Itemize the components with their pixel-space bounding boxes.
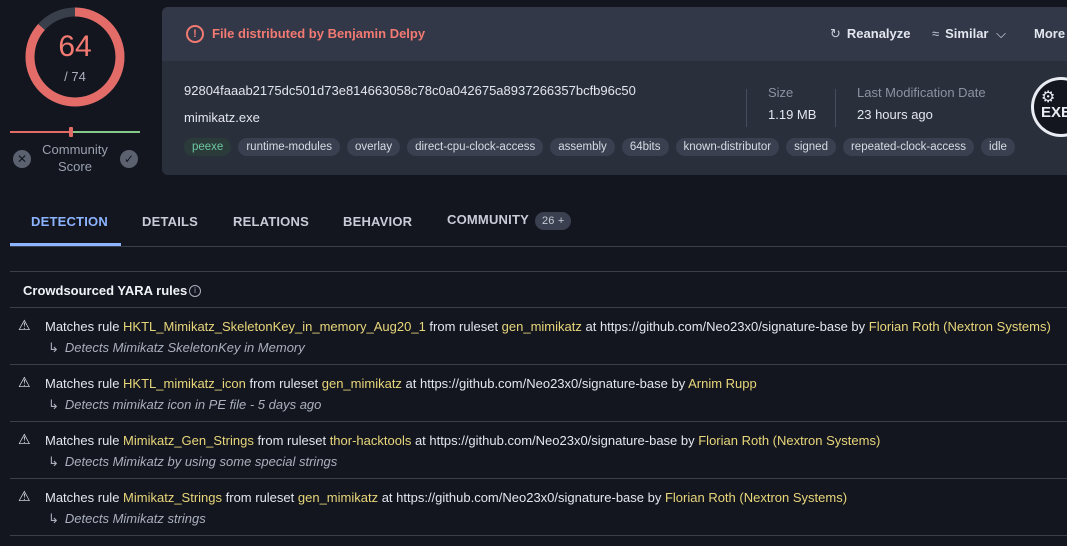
section-header: Crowdsourced YARA rules i xyxy=(10,272,1067,308)
warning-icon: ⚠ xyxy=(18,488,31,504)
tab-detection[interactable]: DETECTION xyxy=(31,214,108,229)
tab-bar: DETECTION DETAILS RELATIONS BEHAVIOR COM… xyxy=(10,201,1067,247)
rule-description: Detects Mimikatz by using some special s… xyxy=(64,454,338,469)
tag-list: peexe runtime-modules overlay direct-cpu-cl… xyxy=(184,138,1022,156)
distributor-text: File distributed by Benjamin Delpy xyxy=(212,26,426,41)
rule-description: Detects mimikatz icon in PE file - 5 day… xyxy=(64,397,322,412)
sub-arrow-icon: ↳ xyxy=(48,340,59,355)
community-score-label: Community Score xyxy=(42,142,108,174)
score-total: / 74 xyxy=(64,69,86,84)
tab-details[interactable]: DETAILS xyxy=(142,214,198,229)
file-summary-card: ! File distributed by Benjamin Delpy ↻ Re… xyxy=(162,7,1067,175)
tag[interactable]: overlay xyxy=(347,138,401,156)
community-count-badge: 26 + xyxy=(534,212,572,230)
reanalyze-button[interactable]: ↻ Reanalyze xyxy=(830,26,911,42)
last-modification-label: Last Modification Date xyxy=(857,85,986,100)
warning-icon: ⚠ xyxy=(18,374,31,390)
tab-behavior[interactable]: BEHAVIOR xyxy=(343,214,412,229)
community-score-bar xyxy=(10,127,140,137)
last-modification-value: 23 hours ago xyxy=(857,107,933,122)
ruleset-link[interactable]: gen_mimikatz xyxy=(322,376,402,391)
size-label: Size xyxy=(768,85,794,100)
rule-description: Detects Mimikatz strings xyxy=(64,511,206,526)
ruleset-link[interactable]: gen_mimikatz xyxy=(502,319,582,334)
tag[interactable]: signed xyxy=(786,138,836,156)
rule-name-link[interactable]: Mimikatz_Gen_Strings xyxy=(123,433,254,448)
similar-icon: ≈ xyxy=(932,26,940,41)
tag[interactable]: runtime-modules xyxy=(238,138,340,156)
chevron-down-icon: ⌵ xyxy=(996,26,1006,41)
detection-score: 64 / 74 ✕ Community Score ✓ xyxy=(0,0,150,180)
alert-icon: ! xyxy=(186,25,204,43)
author-link[interactable]: Florian Roth (Nextron Systems) xyxy=(869,319,1051,334)
info-icon[interactable]: i xyxy=(189,285,201,297)
tag[interactable]: peexe xyxy=(184,138,232,156)
tab-community[interactable]: COMMUNITY 26 + xyxy=(447,212,572,230)
ruleset-link[interactable]: thor-hacktools xyxy=(330,433,412,448)
divider xyxy=(746,89,747,127)
divider xyxy=(835,89,836,127)
tag[interactable]: known-distributor xyxy=(675,138,780,156)
yara-rules-section: Crowdsourced YARA rules i ⚠ Matches rule… xyxy=(10,271,1067,546)
rule-name-link[interactable]: HKTL_mimikatz_icon xyxy=(123,376,246,391)
warning-icon: ⚠ xyxy=(18,431,31,447)
author-link[interactable]: Florian Roth (Nextron Systems) xyxy=(698,433,880,448)
active-tab-indicator xyxy=(10,243,121,246)
author-link[interactable]: Florian Roth (Nextron Systems) xyxy=(665,490,847,505)
yara-rule-row: ⚠ Matches rule Mimikatz_Strings from rul… xyxy=(10,479,1067,536)
tab-relations[interactable]: RELATIONS xyxy=(233,214,309,229)
yara-rule-row: ⚠ Matches rule Mimikatz_Gen_Strings from… xyxy=(10,422,1067,479)
tag[interactable]: direct-cpu-clock-access xyxy=(407,138,544,156)
similar-button[interactable]: ≈ Similar ⌵ xyxy=(932,26,1006,42)
yara-rule-row: ⚠ Matches rule HKTL_mimikatz_icon from r… xyxy=(10,365,1067,422)
size-value: 1.19 MB xyxy=(768,107,817,122)
rule-name-link[interactable]: Mimikatz_Strings xyxy=(123,490,222,505)
score-value: 64 xyxy=(58,30,92,63)
rule-description: Detects Mimikatz SkeletonKey in Memory xyxy=(64,340,305,355)
file-type-label: EXE xyxy=(1041,104,1067,121)
tag[interactable]: 64bits xyxy=(621,138,669,156)
file-type-badge: ⚙ EXE xyxy=(1031,77,1067,137)
vote-harmful-icon[interactable]: ✕ xyxy=(13,150,31,168)
sub-arrow-icon: ↳ xyxy=(48,397,59,412)
section-title: Crowdsourced YARA rules xyxy=(23,283,188,298)
distributor-banner: ! File distributed by Benjamin Delpy ↻ Re… xyxy=(162,7,1067,61)
warning-icon: ⚠ xyxy=(18,317,31,333)
sub-arrow-icon: ↳ xyxy=(48,454,59,469)
more-button[interactable]: More xyxy=(1034,26,1065,41)
file-hash[interactable]: 92804faaab2175dc501d73e814663058c78c0a04… xyxy=(184,83,636,98)
tag[interactable]: idle xyxy=(981,138,1015,156)
refresh-icon: ↻ xyxy=(830,26,841,41)
yara-rule-row: ⚠ Matches rule HKTL_Mimikatz_SkeletonKey… xyxy=(10,308,1067,365)
vote-harmless-icon[interactable]: ✓ xyxy=(120,150,138,168)
sub-arrow-icon: ↳ xyxy=(48,511,59,526)
tag[interactable]: repeated-clock-access xyxy=(842,138,975,156)
author-link[interactable]: Arnim Rupp xyxy=(688,376,757,391)
rule-name-link[interactable]: HKTL_Mimikatz_SkeletonKey_in_memory_Aug2… xyxy=(123,319,426,334)
tag[interactable]: assembly xyxy=(550,138,615,156)
file-name: mimikatz.exe xyxy=(184,110,260,125)
ruleset-link[interactable]: gen_mimikatz xyxy=(298,490,378,505)
